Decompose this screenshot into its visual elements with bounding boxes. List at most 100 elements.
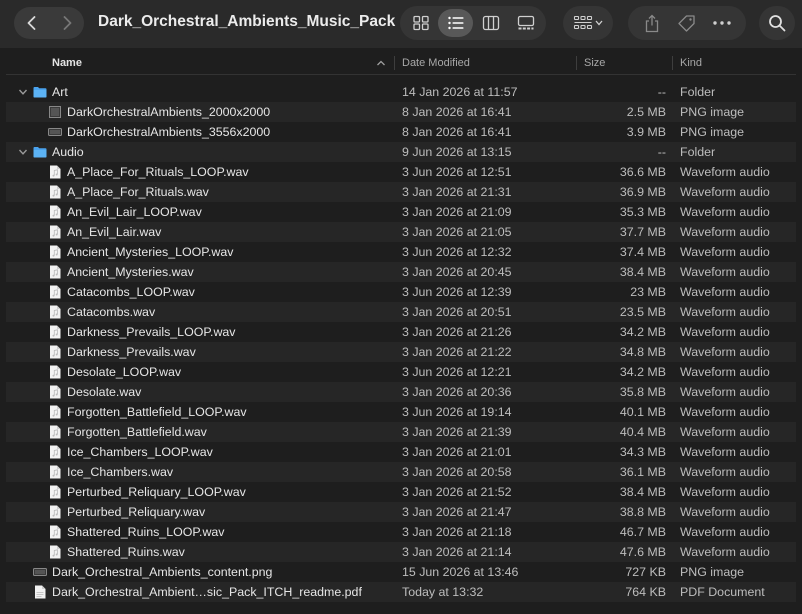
- file-name: A_Place_For_Rituals_LOOP.wav: [67, 165, 249, 179]
- file-size: 34.3 MB: [619, 445, 666, 459]
- file-kind: Waveform audio: [680, 385, 770, 399]
- tag-button[interactable]: [672, 9, 702, 37]
- share-icon: [645, 14, 658, 32]
- date-modified: 14 Jan 2026 at 11:57: [402, 85, 518, 99]
- audio-file-icon: [48, 225, 62, 239]
- file-size: 23.5 MB: [619, 305, 666, 319]
- file-row[interactable]: Ice_Chambers_LOOP.wav 3 Jan 2026 at 21:01…: [6, 442, 796, 462]
- file-kind: PNG image: [680, 565, 745, 579]
- folder-row[interactable]: Art 14 Jan 2026 at 11:57 -- Folder: [6, 82, 796, 102]
- date-modified: 15 Jun 2026 at 13:46: [402, 565, 519, 579]
- column-separator[interactable]: [394, 56, 395, 70]
- audio-file-icon: [48, 405, 62, 419]
- toolbar: Dark_Orchestral_Ambients_Music_Pack: [0, 0, 802, 48]
- file-name: Desolate_LOOP.wav: [67, 365, 182, 379]
- file-row[interactable]: A_Place_For_Rituals.wav 3 Jan 2026 at 21:…: [6, 182, 796, 202]
- column-separator[interactable]: [672, 56, 673, 70]
- file-kind: Waveform audio: [680, 405, 770, 419]
- file-row[interactable]: DarkOrchestralAmbients_3556x2000 8 Jan 20…: [6, 122, 796, 142]
- column-kind-header[interactable]: Kind: [680, 52, 702, 74]
- disclosure-chevron-icon[interactable]: [18, 87, 28, 97]
- file-kind: Waveform audio: [680, 545, 770, 559]
- file-row[interactable]: Ancient_Mysteries_LOOP.wav 3 Jun 2026 at …: [6, 242, 796, 262]
- file-size: 2.5 MB: [626, 105, 666, 119]
- file-name: A_Place_For_Rituals.wav: [67, 185, 209, 199]
- file-row[interactable]: Perturbed_Reliquary_LOOP.wav 3 Jan 2026 a…: [6, 482, 796, 502]
- file-size: 34.8 MB: [619, 345, 666, 359]
- date-modified: 3 Jan 2026 at 20:45: [402, 265, 512, 279]
- file-row[interactable]: An_Evil_Lair_LOOP.wav 3 Jan 2026 at 21:09…: [6, 202, 796, 222]
- file-row[interactable]: Catacombs_LOOP.wav 3 Jun 2026 at 12:39 23 …: [6, 282, 796, 302]
- file-name: Audio: [52, 145, 84, 159]
- list-view-icon: [447, 16, 463, 30]
- file-row[interactable]: Darkness_Prevails_LOOP.wav 3 Jan 2026 at …: [6, 322, 796, 342]
- file-row[interactable]: Dark_Orchestral_Ambients_content.png 15 J…: [6, 562, 796, 582]
- icon-view-icon: [412, 15, 429, 31]
- date-modified: 3 Jan 2026 at 21:22: [402, 345, 512, 359]
- file-row[interactable]: An_Evil_Lair.wav 3 Jan 2026 at 21:05 37.7 …: [6, 222, 796, 242]
- file-name: Desolate.wav: [67, 385, 142, 399]
- file-row[interactable]: Ice_Chambers.wav 3 Jan 2026 at 20:58 36.1 …: [6, 462, 796, 482]
- file-size: --: [657, 145, 666, 159]
- disclosure-chevron-icon[interactable]: [18, 147, 28, 157]
- group-icon: [573, 15, 593, 30]
- view-switcher: [400, 6, 546, 40]
- file-size: 35.3 MB: [619, 205, 666, 219]
- folder-row[interactable]: Audio 9 Jun 2026 at 13:15 -- Folder: [6, 142, 796, 162]
- header-divider: [6, 74, 796, 75]
- file-name: Art: [52, 85, 68, 99]
- file-kind: Waveform audio: [680, 445, 770, 459]
- back-button[interactable]: [14, 7, 49, 39]
- list-view-button[interactable]: [438, 9, 473, 37]
- file-row[interactable]: Forgotten_Battlefield.wav 3 Jan 2026 at 2…: [6, 422, 796, 442]
- file-row[interactable]: Perturbed_Reliquary.wav 3 Jan 2026 at 21:…: [6, 502, 796, 522]
- file-row[interactable]: Forgotten_Battlefield_LOOP.wav 3 Jun 2026…: [6, 402, 796, 422]
- date-modified: 3 Jan 2026 at 21:39: [402, 425, 512, 439]
- audio-file-icon: [48, 345, 62, 359]
- file-name: DarkOrchestralAmbients_2000x2000: [67, 105, 271, 119]
- audio-file-icon: [48, 165, 62, 179]
- file-name: Shattered_Ruins_LOOP.wav: [67, 525, 225, 539]
- file-row[interactable]: Darkness_Prevails.wav 3 Jan 2026 at 21:22…: [6, 342, 796, 362]
- file-name: Perturbed_Reliquary_LOOP.wav: [67, 485, 246, 499]
- column-name-header[interactable]: Name: [52, 52, 82, 74]
- date-modified: Today at 13:32: [402, 585, 484, 599]
- pdf-file-icon: [33, 585, 47, 599]
- gallery-view-button[interactable]: [508, 9, 543, 37]
- file-row[interactable]: DarkOrchestralAmbients_2000x2000 8 Jan 20…: [6, 102, 796, 122]
- file-kind: Waveform audio: [680, 245, 770, 259]
- file-row[interactable]: Shattered_Ruins_LOOP.wav 3 Jan 2026 at 21…: [6, 522, 796, 542]
- chevron-left-icon: [27, 16, 35, 30]
- more-button[interactable]: [707, 9, 737, 37]
- file-size: 35.8 MB: [619, 385, 666, 399]
- file-row[interactable]: Dark_Orchestral_Ambient…sic_Pack_ITCH_re…: [6, 582, 796, 602]
- audio-file-icon: [48, 185, 62, 199]
- image-file-icon: [33, 565, 47, 579]
- file-row[interactable]: Desolate_LOOP.wav 3 Jun 2026 at 12:21 34.2…: [6, 362, 796, 382]
- column-date-header[interactable]: Date Modified: [402, 52, 470, 74]
- file-row[interactable]: Shattered_Ruins.wav 3 Jan 2026 at 21:14 47…: [6, 542, 796, 562]
- date-modified: 3 Jan 2026 at 20:51: [402, 305, 512, 319]
- folder-icon: [33, 85, 47, 99]
- column-separator[interactable]: [576, 56, 577, 70]
- column-size-header[interactable]: Size: [584, 52, 605, 74]
- chevron-right-icon: [63, 16, 71, 30]
- file-row[interactable]: Desolate.wav 3 Jan 2026 at 20:36 35.8 MB Wa…: [6, 382, 796, 402]
- date-modified: 3 Jun 2026 at 12:21: [402, 365, 512, 379]
- share-button[interactable]: [637, 9, 667, 37]
- audio-file-icon: [48, 365, 62, 379]
- file-name: Ice_Chambers.wav: [67, 465, 174, 479]
- file-kind: Waveform audio: [680, 425, 770, 439]
- group-button[interactable]: [563, 6, 613, 40]
- search-button[interactable]: [759, 6, 795, 40]
- audio-file-icon: [48, 285, 62, 299]
- file-row[interactable]: A_Place_For_Rituals_LOOP.wav 3 Jun 2026 a…: [6, 162, 796, 182]
- column-view-button[interactable]: [473, 9, 508, 37]
- forward-button[interactable]: [49, 7, 84, 39]
- file-row[interactable]: Catacombs.wav 3 Jan 2026 at 20:51 23.5 MB W…: [6, 302, 796, 322]
- file-size: 727 KB: [625, 565, 666, 579]
- date-modified: 3 Jan 2026 at 21:01: [402, 445, 512, 459]
- file-row[interactable]: Ancient_Mysteries.wav 3 Jan 2026 at 20:45…: [6, 262, 796, 282]
- icon-view-button[interactable]: [403, 9, 438, 37]
- file-size: 764 KB: [625, 585, 666, 599]
